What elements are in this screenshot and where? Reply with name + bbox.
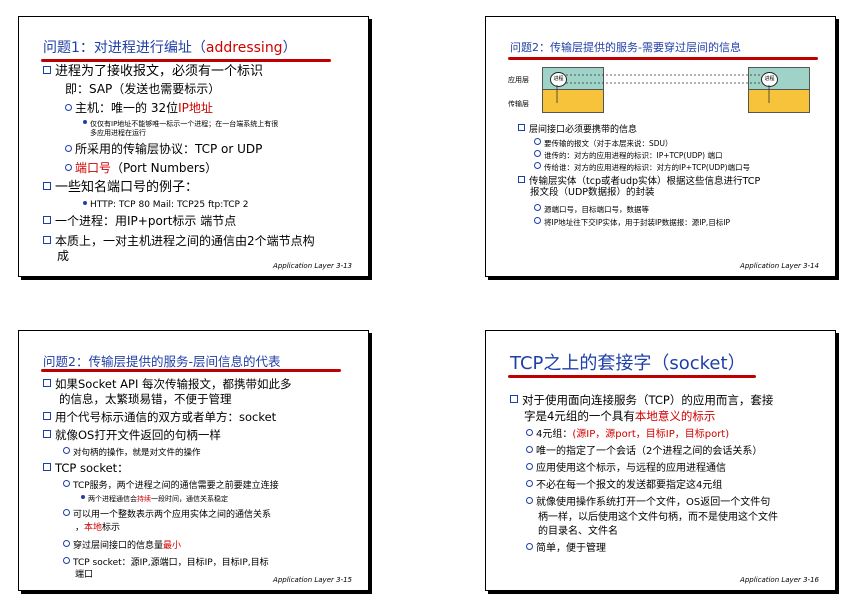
sub-bullet: 要传输的报文（对于本层来说：SDU） [534, 138, 673, 149]
square-bullet-icon [43, 430, 51, 438]
title-underline [41, 369, 341, 372]
slide-footer: Application Layer 3-14 [740, 262, 819, 270]
text-line: 柄一样，以后使用这个文件句柄，而不是使用这个文件 [538, 512, 778, 523]
circle-bullet-icon [526, 497, 533, 504]
bullet: 一个进程：用IP+port标示 端节点 [43, 214, 236, 229]
sub-bullet: 对句柄的操作，就是对文件的操作 [63, 447, 201, 459]
square-bullet-icon [43, 379, 51, 387]
circle-bullet-icon [526, 543, 533, 550]
detail-line: 多应用进程在运行 [90, 129, 146, 137]
text-line: ，本地标示 [75, 523, 121, 533]
sub-bullet: 穿过层间接口的信息量最小 [63, 540, 181, 551]
text-line: 报文段（UDP数据报）的封装 [530, 187, 655, 198]
sub-bullet: 应用使用这个标示，与远程的应用进程通信 [526, 463, 726, 475]
sub-bullet: TCP socket：源IP,源端口，目标IP，目标IP,目标 [63, 557, 269, 568]
circle-bullet-icon [534, 150, 541, 157]
circle-bullet-icon [526, 446, 533, 453]
dot-bullet-icon [81, 495, 85, 499]
bullet: 用个代号标示通信的双方或者单方：socket [43, 410, 276, 424]
circle-bullet-icon [534, 162, 541, 169]
bullet: 如果Socket API 每次传输报文，都携带如此多 [43, 377, 292, 391]
text-line: 字是4元组的一个具有本地意义的标示 [524, 409, 716, 423]
square-bullet-icon [43, 216, 51, 224]
slide-footer: Application Layer 3-13 [273, 262, 352, 270]
slide-3-15: 问题2：传输层提供的服务-层间信息的代表 如果Socket API 每次传输报文… [18, 330, 369, 591]
square-bullet-icon [518, 124, 525, 131]
square-bullet-icon [510, 395, 518, 403]
bullet: 层间接口必须要携带的信息 [518, 124, 637, 135]
square-bullet-icon [518, 176, 525, 183]
sub-bullet: 不必在每一个报文的发送都要指定这4元组 [526, 480, 722, 492]
square-bullet-icon [43, 182, 51, 190]
text-line: 成 [57, 249, 70, 263]
circle-bullet-icon [526, 429, 533, 436]
circle-bullet-icon [534, 138, 541, 145]
connection-arrows [556, 74, 770, 103]
sub-bullet: 所采用的传输层协议：TCP or UDP [65, 142, 262, 157]
slide-3-16: TCP之上的套接字（socket） 对于使用面向连接服务（TCP）的应用而言，套… [485, 330, 836, 591]
text-line: 端口 [75, 570, 94, 580]
text-line: 的信息，太繁琐易错，不便于管理 [59, 392, 232, 406]
square-bullet-icon [43, 412, 51, 420]
circle-bullet-icon [65, 104, 72, 111]
circle-bullet-icon [534, 204, 541, 211]
detail-line: HTTP: TCP 80 Mail: TCP25 ftp:TCP 2 [83, 200, 249, 210]
sub-bullet: 就像使用操作系统打开一个文件，OS返回一个文件句 [526, 497, 770, 509]
circle-bullet-icon [63, 509, 70, 516]
title-underline [41, 59, 331, 62]
dot-bullet-icon [83, 120, 87, 124]
slide-title: 问题2：传输层提供的服务-层间信息的代表 [43, 354, 281, 369]
square-bullet-icon [43, 463, 51, 471]
square-bullet-icon [43, 236, 51, 244]
bullet: 就像OS打开文件返回的句柄一样 [43, 428, 221, 442]
bullet: 进程为了接收报文，必须有一个标识 [43, 64, 263, 80]
slide-3-13: 问题1：对进程进行编址（addressing） 进程为了接收报文，必须有一个标识… [18, 16, 369, 277]
sub-bullet: TCP服务，两个进程之间的通信需要之前要建立连接 [63, 480, 279, 491]
circle-bullet-icon [63, 557, 70, 564]
circle-bullet-icon [65, 164, 72, 171]
slide-footer: Application Layer 3-15 [273, 576, 352, 584]
sub-bullet: 源端口号，目标端口号，数据等 [534, 204, 649, 215]
circle-bullet-icon [63, 540, 70, 547]
sub-bullet: 谁传的：对方的应用进程的标识：IP+TCP(UDP) 端口 [534, 150, 722, 161]
slide-title: TCP之上的套接字（socket） [510, 353, 746, 374]
circle-bullet-icon [526, 463, 533, 470]
sub-bullet: 端口号（Port Numbers） [65, 161, 217, 176]
sub-bullet: 传给谁：对方的应用进程的标识：对方的IP+TCP(UDP)端口号 [534, 162, 750, 173]
sub-bullet: 可以用一个整数表示两个应用实体之间的通信关系 [63, 509, 271, 520]
circle-bullet-icon [65, 145, 72, 152]
circle-bullet-icon [63, 480, 70, 487]
circle-bullet-icon [534, 217, 541, 224]
bullet: 本质上，一对主机进程之间的通信由2个端节点构 [43, 234, 315, 249]
text-line: 即：SAP（发送也需要标示） [65, 82, 221, 96]
bullet: 对于使用面向连接服务（TCP）的应用而言，套接 [510, 393, 773, 407]
sub-bullet: 简单，便于管理 [526, 543, 606, 555]
sub-bullet: 唯一的指定了一个会话（2个进程之间的会话关系） [526, 446, 762, 458]
sub-bullet: 将IP地址往下交IP实体，用于封装IP数据报：源IP,目标IP [534, 217, 730, 228]
detail-line: 仅仅有IP地址不能够唯一标示一个进程；在一台端系统上有很 [83, 120, 278, 128]
bullet: 一些知名端口号的例子： [43, 180, 198, 196]
title-underline [508, 375, 756, 378]
slide-footer: Application Layer 3-16 [740, 576, 819, 584]
circle-bullet-icon [63, 447, 70, 454]
dot-bullet-icon [83, 201, 87, 205]
slide-3-14: 问题2：传输层提供的服务-需要穿过层间的信息 应用层 传输层 进程 进程 层间接… [485, 16, 836, 277]
text-line: 的目录名、文件名 [538, 526, 618, 537]
slide-title: 问题1：对进程进行编址（addressing） [43, 40, 297, 56]
sub-bullet: 主机：唯一的 32位IP地址 [65, 101, 213, 116]
sub-bullet: 4元组：(源IP，源port，目标IP，目标port) [526, 429, 729, 441]
circle-bullet-icon [526, 480, 533, 487]
square-bullet-icon [43, 66, 51, 74]
bullet: TCP socket： [43, 461, 129, 475]
detail-line: 两个进程通信会持续一段时间，通信关系稳定 [81, 495, 228, 503]
